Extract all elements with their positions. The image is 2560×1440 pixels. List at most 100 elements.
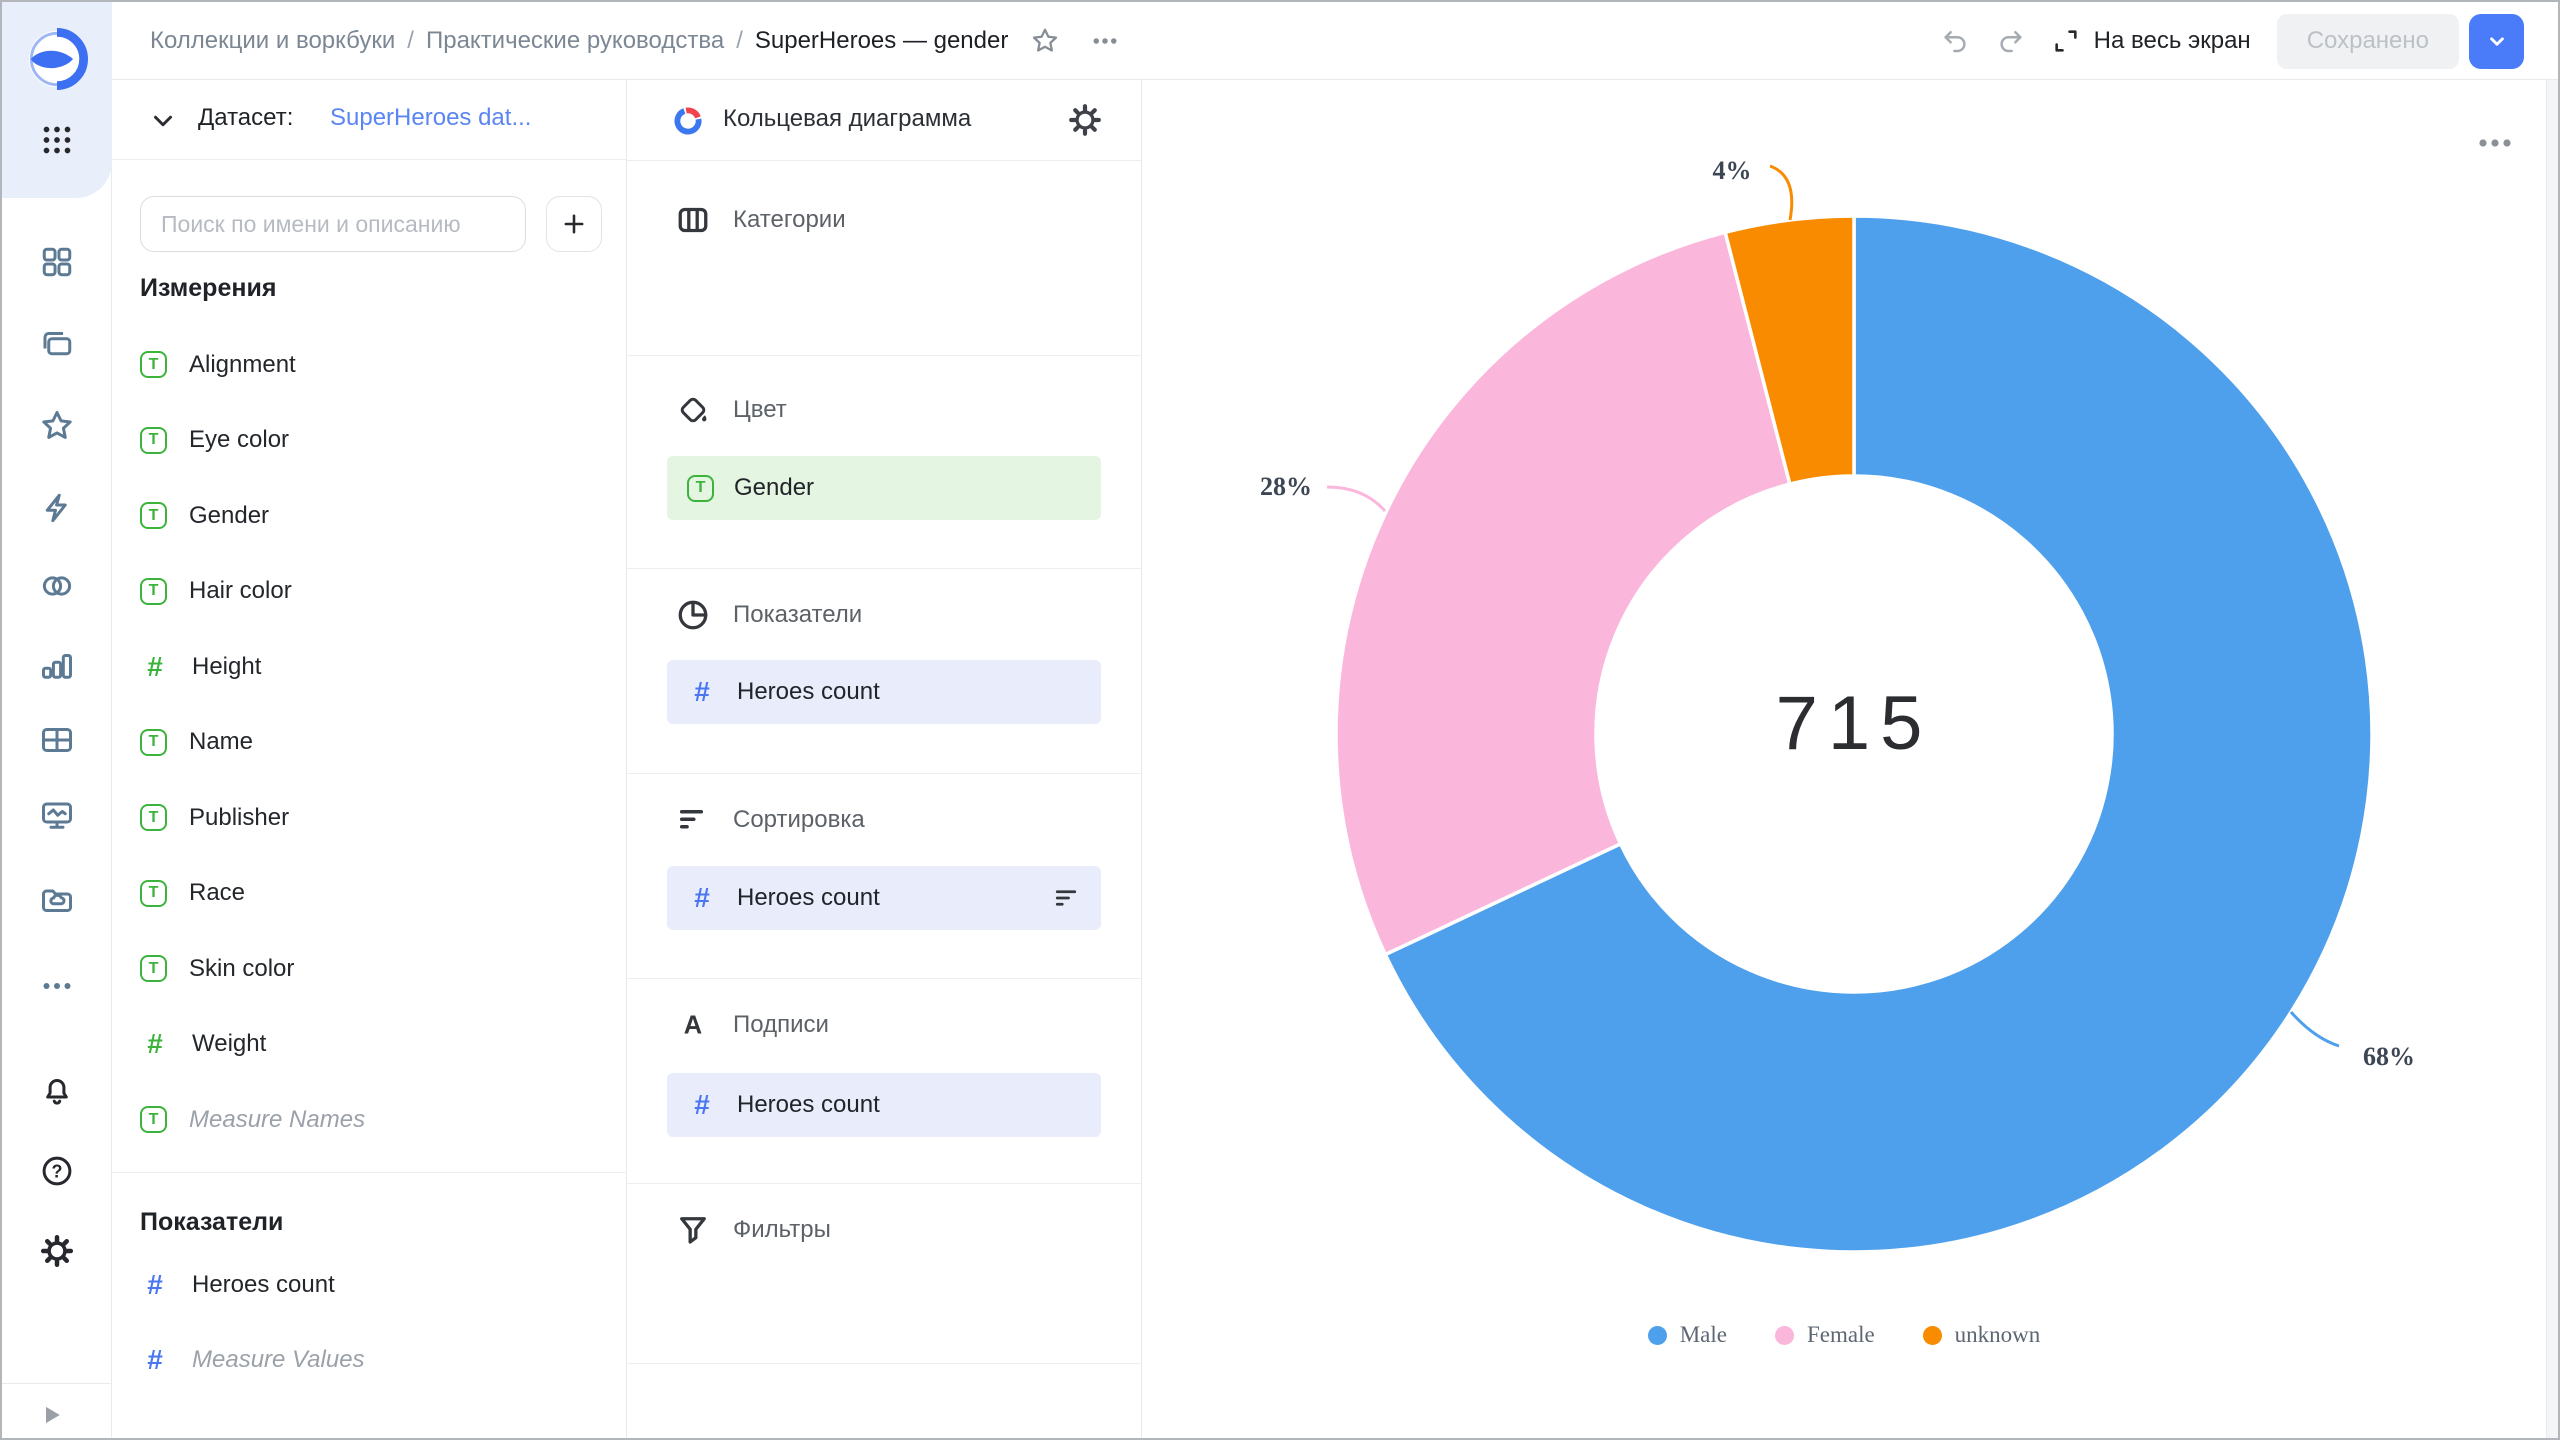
text-field-icon: T xyxy=(140,804,167,831)
dataset-field-heroes-count[interactable]: #Heroes count xyxy=(112,1247,626,1323)
dataset-field-publisher[interactable]: TPublisher xyxy=(112,780,626,856)
help-icon[interactable]: ? xyxy=(2,1143,112,1199)
labels-field-chip[interactable]: # Heroes count xyxy=(667,1073,1101,1137)
donut-chart-type-icon[interactable] xyxy=(669,102,707,140)
apps-grid-icon[interactable] xyxy=(39,122,75,158)
dimensions-list: TAlignmentTEye colorTGenderTHair color#H… xyxy=(112,327,626,1158)
dataset-name-link[interactable]: SuperHeroes dat... xyxy=(330,104,531,132)
legend-dot xyxy=(1648,1326,1667,1345)
redo-icon[interactable] xyxy=(1996,26,2026,56)
chevron-down-icon xyxy=(2484,28,2510,54)
sidebar-item-storage[interactable] xyxy=(2,872,112,928)
fullscreen-toggle[interactable]: На весь экран xyxy=(2052,27,2251,55)
breadcrumb-collections[interactable]: Коллекции и воркбуки xyxy=(150,27,395,55)
breadcrumb-guides[interactable]: Практические руководства xyxy=(426,27,724,55)
dataset-field-eye-color[interactable]: TEye color xyxy=(112,403,626,479)
sort-field-name: Heroes count xyxy=(737,884,880,912)
field-label: Weight xyxy=(192,1030,266,1058)
breadcrumb-more-icon[interactable] xyxy=(1090,26,1120,56)
datalens-wizard-window: Коллекции и воркбуки / Практические руко… xyxy=(0,0,2560,1440)
field-label: Alignment xyxy=(189,351,296,379)
settings-gear-icon[interactable] xyxy=(2,1223,112,1279)
dataset-field-measure-names[interactable]: T Measure Names xyxy=(112,1082,626,1158)
undo-icon[interactable] xyxy=(1940,26,1970,56)
section-sort: Сортировка xyxy=(675,800,865,840)
sidebar-item-favorites[interactable] xyxy=(2,398,112,454)
sidebar-item-collections[interactable] xyxy=(2,316,112,372)
sidebar-item-more[interactable] xyxy=(2,958,112,1014)
notifications-bell-icon[interactable] xyxy=(2,1063,112,1119)
labels-a-icon: A xyxy=(675,1007,711,1043)
dataset-field-skin-color[interactable]: TSkin color xyxy=(112,931,626,1007)
sidebar-item-relations[interactable] xyxy=(2,558,112,614)
text-field-icon: T xyxy=(140,880,167,907)
field-label: Gender xyxy=(189,502,269,530)
sort-icon xyxy=(675,802,711,838)
chart-settings-gear-icon[interactable] xyxy=(1067,102,1103,138)
color-field-chip[interactable]: T Gender xyxy=(667,456,1101,520)
legend-item-male[interactable]: Male xyxy=(1648,1322,1727,1348)
text-field-icon: T xyxy=(140,1106,167,1133)
dimensions-title: Измерения xyxy=(140,274,276,303)
dataset-field-hair-color[interactable]: THair color xyxy=(112,554,626,630)
field-label: Measure Names xyxy=(189,1106,365,1134)
dataset-field-alignment[interactable]: TAlignment xyxy=(112,327,626,403)
svg-text:A: A xyxy=(684,1011,702,1039)
section-labels-label: Подписи xyxy=(733,1011,829,1039)
donut-slice-female[interactable] xyxy=(1336,232,1790,954)
left-rail: ? xyxy=(2,2,112,1438)
favorite-star-icon[interactable] xyxy=(1030,26,1060,56)
sidebar-item-tables[interactable] xyxy=(2,712,112,768)
color-field-name: Gender xyxy=(734,474,814,502)
number-field-icon: # xyxy=(687,1089,717,1121)
legend-label: Female xyxy=(1807,1322,1875,1348)
expand-panel-icon[interactable] xyxy=(36,1400,66,1430)
filter-funnel-icon xyxy=(675,1212,711,1248)
plus-icon xyxy=(560,210,588,238)
section-divider xyxy=(627,773,1141,774)
chart-legend: Male Female unknown xyxy=(1142,1322,2546,1348)
sidebar-item-monitoring[interactable] xyxy=(2,788,112,844)
topbar: Коллекции и воркбуки / Практические руко… xyxy=(112,2,2558,80)
section-color: Цвет xyxy=(675,390,787,430)
sidebar-item-dashboards[interactable] xyxy=(2,234,112,290)
dataset-label: Датасет: xyxy=(198,104,293,132)
sidebar-item-charts[interactable] xyxy=(2,638,112,694)
chart-type-header: Кольцевая диаграмма xyxy=(627,80,1141,161)
datalens-logo[interactable] xyxy=(26,28,88,90)
dataset-panel: Датасет: SuperHeroes dat... Измерения TA… xyxy=(112,80,627,1438)
donut-center-total: 715 xyxy=(1654,680,2054,767)
dataset-field-race[interactable]: TRace xyxy=(112,856,626,932)
dataset-field-height[interactable]: #Height xyxy=(112,629,626,705)
legend-item-unknown[interactable]: unknown xyxy=(1923,1322,2041,1348)
measures-title: Показатели xyxy=(140,1208,283,1237)
legend-label: Male xyxy=(1680,1322,1727,1348)
section-sort-label: Сортировка xyxy=(733,806,865,834)
add-field-button[interactable] xyxy=(546,196,602,252)
section-categories: Категории xyxy=(675,200,846,240)
number-field-icon: # xyxy=(687,676,717,708)
measures-field-chip[interactable]: # Heroes count xyxy=(667,660,1101,724)
section-filters: Фильтры xyxy=(675,1210,831,1250)
text-field-icon: T xyxy=(140,502,167,529)
rail-header xyxy=(2,2,112,198)
breadcrumb: Коллекции и воркбуки / Практические руко… xyxy=(150,27,1008,55)
panel-divider xyxy=(112,1172,626,1173)
saved-button[interactable]: Сохранено xyxy=(2277,14,2459,69)
dataset-field-gender[interactable]: T Gender xyxy=(112,478,626,554)
dataset-field-weight[interactable]: #Weight xyxy=(112,1007,626,1083)
save-dropdown-button[interactable] xyxy=(2469,14,2524,69)
field-label: Measure Values xyxy=(192,1346,365,1374)
dataset-collapse-chevron-icon[interactable] xyxy=(148,106,178,136)
section-filters-label: Фильтры xyxy=(733,1216,831,1244)
chart-type-label[interactable]: Кольцевая диаграмма xyxy=(723,105,971,133)
legend-item-female[interactable]: Female xyxy=(1775,1322,1875,1348)
svg-text:?: ? xyxy=(52,1161,63,1181)
sort-direction-icon[interactable] xyxy=(1051,883,1081,913)
sort-field-chip[interactable]: # Heroes count xyxy=(667,866,1101,930)
dataset-field-name[interactable]: TName xyxy=(112,705,626,781)
search-input[interactable] xyxy=(140,196,526,252)
sidebar-item-quick-actions[interactable] xyxy=(2,480,112,536)
scrollbar[interactable] xyxy=(2546,80,2558,1438)
dataset-field-measure-values[interactable]: #Measure Values xyxy=(112,1323,626,1399)
